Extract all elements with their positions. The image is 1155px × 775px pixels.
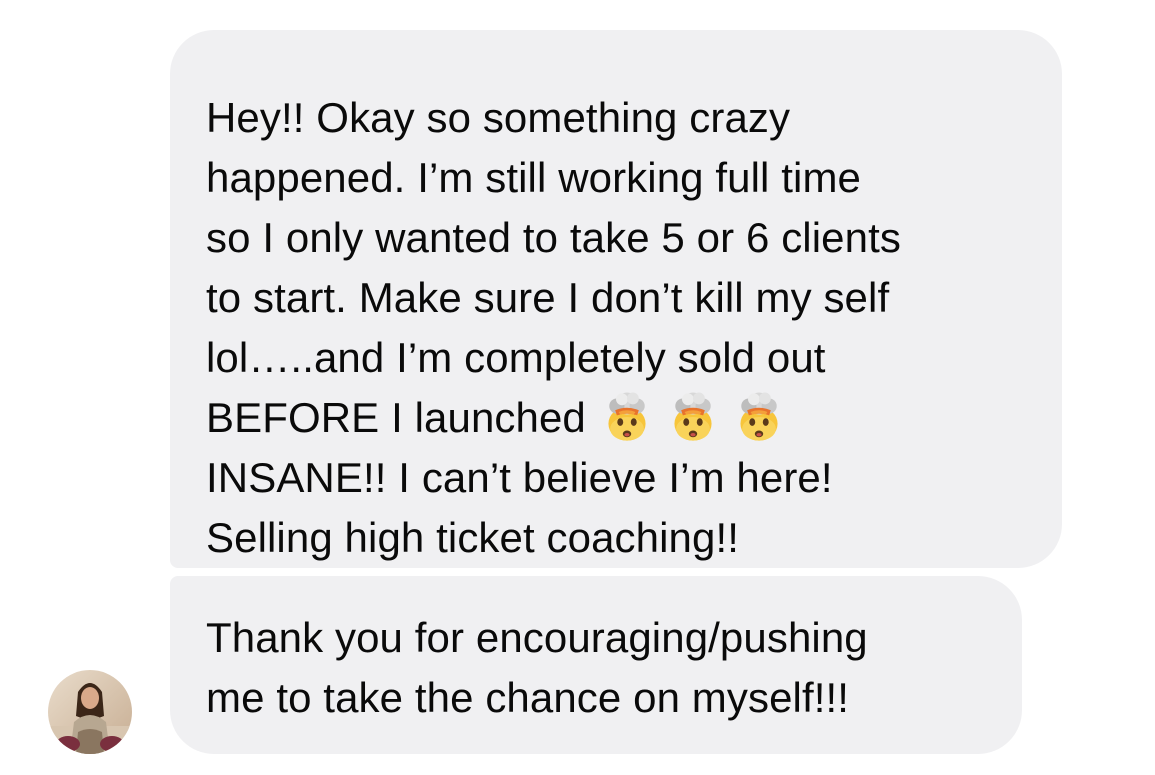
message-line: to start. Make sure I don’t kill my self [206,274,890,321]
exploding-head-emoji-icon [674,392,712,441]
message-bubble-1[interactable]: Hey!! Okay so something crazy happened. … [170,30,1062,568]
exploding-head-emoji-icon [740,392,778,441]
avatar-photo-icon [48,670,132,754]
message-line: so I only wanted to take 5 or 6 clients [206,214,901,261]
message-line: Thank you for encouraging/pushing [206,614,868,661]
message-line: Hey!! Okay so something crazy [206,94,791,141]
message-line: INSANE!! I can’t believe I’m here! [206,454,833,501]
avatar[interactable] [48,670,132,754]
message-line-text: BEFORE I launched [206,394,586,441]
exploding-head-emoji-icon [608,392,646,441]
message-line: lol…..and I’m completely sold out [206,334,826,381]
emoji-group [600,390,786,444]
message-line: Selling high ticket coaching!! [206,514,739,561]
message-bubble-2[interactable]: Thank you for encouraging/pushing me to … [170,576,1022,754]
message-line: happened. I’m still working full time [206,154,861,201]
message-line: me to take the chance on myself!!! [206,674,850,721]
message-thread: Hey!! Okay so something crazy happened. … [0,0,1155,775]
message-line-with-emoji: BEFORE I launched [206,388,1042,448]
